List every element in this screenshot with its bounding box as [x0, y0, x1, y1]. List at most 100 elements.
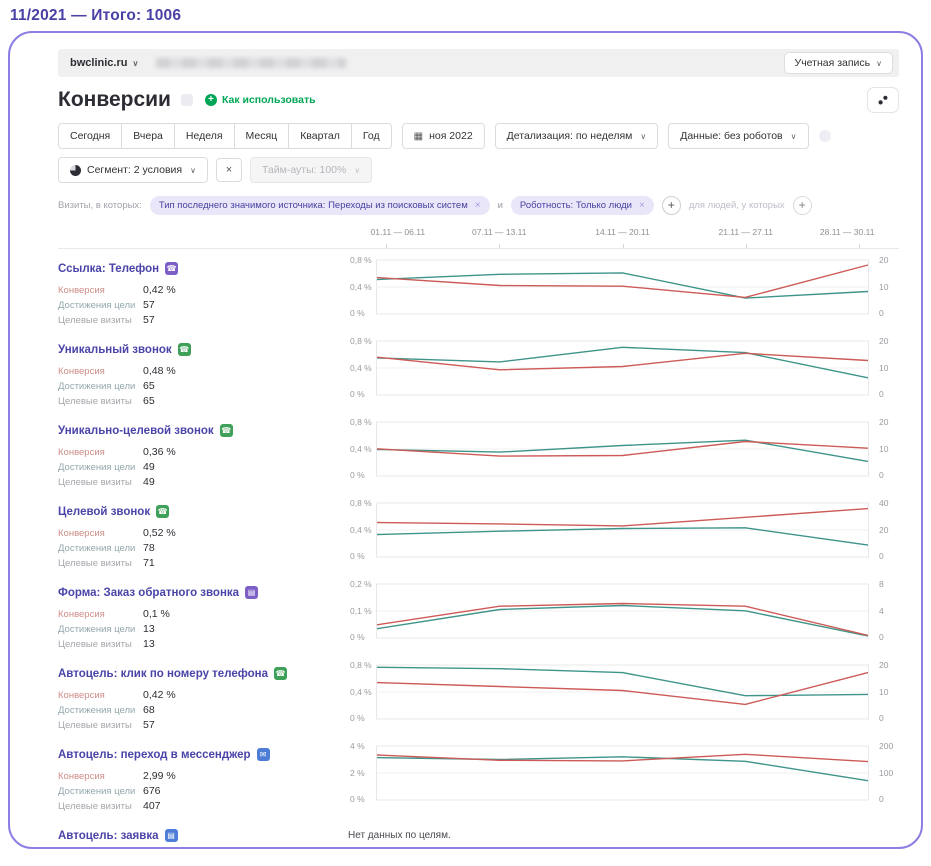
widget-actions-button[interactable] [867, 87, 899, 113]
account-button[interactable]: Учетная запись ∨ [783, 52, 893, 74]
conversion-chart[interactable]: 0,8 % 0,4 % 0 % 20 10 0 [348, 336, 899, 411]
chart-plot[interactable] [376, 502, 869, 573]
left-axis-ticks: 0,8 % 0,4 % 0 % [348, 660, 376, 723]
segment-chip[interactable]: Роботность: Только люди × [510, 195, 654, 215]
timeouts-dropdown[interactable]: Тайм-ауты: 100% ∨ [249, 157, 373, 183]
target-visits-value: 65 [143, 395, 155, 407]
segment-dropdown[interactable]: Сегмент: 2 условия ∨ [58, 157, 208, 183]
data-mode-label: Данные: без роботов [680, 130, 783, 142]
target-visits-label: Целевые визиты [58, 720, 132, 731]
target-visits-label: Целевые визиты [58, 477, 132, 488]
autogoal-phone-click-icon: ☎ [274, 667, 288, 680]
right-axis-ticks: 20 10 0 [869, 417, 899, 480]
goal-title-link[interactable]: Автоцель: клик по номеру телефона [58, 668, 268, 680]
goal-reaches-value: 57 [143, 299, 155, 311]
goal-title-link[interactable]: Автоцель: переход в мессенджер [58, 749, 251, 761]
date-picker-label: ноя 2022 [429, 130, 473, 142]
dots-icon [878, 95, 888, 105]
date-columns: 01.11 — 06.11 07.11 — 13.11 14.11 — 20.11 2… [371, 227, 874, 248]
date-picker-button[interactable]: ▦ ноя 2022 [401, 123, 485, 149]
goal-reaches-row: Достижения цели 49 [58, 461, 348, 473]
period-tab-2[interactable]: Неделя [173, 123, 235, 149]
conversion-chart[interactable]: 0,8 % 0,4 % 0 % 20 10 0 [348, 255, 899, 330]
chevron-down-icon: ∨ [354, 165, 361, 175]
axis-tick-label: 20 [879, 336, 889, 346]
metric-chart-area: 0,8 % 0,4 % 0 % 20 10 0 [348, 411, 899, 492]
period-tab-3[interactable]: Месяц [233, 123, 290, 149]
axis-tick-label: 20 [879, 525, 889, 535]
chart-plot[interactable] [376, 340, 869, 411]
conversion-chart[interactable]: 0,8 % 0,4 % 0 % 20 10 0 [348, 417, 899, 492]
goal-title-link[interactable]: Форма: Заказ обратного звонка [58, 587, 239, 599]
title-row: Конверсии + Как использовать [58, 87, 899, 113]
conversion-chart[interactable]: 0,2 % 0,1 % 0 % 8 4 0 [348, 579, 899, 654]
site-switcher[interactable]: bwclinic.ru ∨ [70, 57, 138, 69]
target-visits-value: 57 [143, 314, 155, 326]
chart-plot[interactable] [376, 583, 869, 654]
goal-title-link[interactable]: Уникальный звонок [58, 344, 172, 356]
chart-plot[interactable] [376, 745, 869, 816]
chevron-down-icon: ∨ [132, 58, 139, 68]
segment-conditions-row: Визиты, в которых: Тип последнего значим… [58, 195, 899, 215]
axis-tick-label: 0,1 % [350, 606, 372, 616]
metric-section: Автоцель: заявка ▤ Нет данных по целям. [58, 816, 899, 847]
axis-tick-label: 0 [879, 470, 884, 480]
conversion-row: Конверсия 0,1 % [58, 608, 348, 620]
conversion-chart[interactable]: 0,8 % 0,4 % 0 % 40 20 0 [348, 498, 899, 573]
account-label: Учетная запись [794, 57, 871, 69]
target-visits-row: Целевые визиты 57 [58, 314, 348, 326]
phone-link-goal-icon: ☎ [165, 262, 179, 275]
goal-title-link[interactable]: Целевой звонок [58, 506, 150, 518]
conversion-row: Конверсия 0,48 % [58, 365, 348, 377]
conversion-chart[interactable]: 4 % 2 % 0 % 200 100 0 [348, 741, 899, 816]
goal-reaches-row: Достижения цели 65 [58, 380, 348, 392]
period-tab-0[interactable]: Сегодня [58, 123, 123, 149]
date-column-tick [745, 244, 747, 248]
chip-label: Тип последнего значимого источника: Пере… [158, 199, 468, 211]
chip-label: Роботность: Только люди [519, 199, 632, 211]
goal-reaches-row: Достижения цели 57 [58, 299, 348, 311]
goal-title-link[interactable]: Автоцель: заявка [58, 830, 159, 842]
axis-tick-label: 0 [879, 713, 884, 723]
goal-title-row: Форма: Заказ обратного звонка ▤ [58, 586, 348, 599]
chart-plot[interactable] [376, 421, 869, 492]
goal-reaches-value: 676 [143, 785, 161, 797]
axis-tick-label: 200 [879, 741, 894, 751]
chart-plot[interactable] [376, 664, 869, 735]
conversion-chart[interactable]: 0,8 % 0,4 % 0 % 20 10 0 [348, 660, 899, 735]
goal-title-row: Уникально-целевой звонок ☎ [58, 424, 348, 437]
how-to-use-link[interactable]: + Как использовать [204, 94, 316, 106]
clear-segment-button[interactable]: × [215, 158, 242, 182]
chip-close-icon[interactable]: × [639, 200, 645, 211]
conversion-value: 0,42 % [143, 284, 176, 296]
conversion-row: Конверсия 0,42 % [58, 284, 348, 296]
goal-stats: Конверсия 0,52 % Достижения цели 78 Целе… [58, 527, 348, 569]
goal-reaches-label: Достижения цели [58, 381, 136, 392]
chart-plot[interactable] [376, 259, 869, 330]
data-mode-dropdown[interactable]: Данные: без роботов ∨ [668, 123, 809, 149]
period-tabs: Сегодня Вчера Неделя Месяц Квартал Год [58, 123, 392, 149]
chevron-down-icon: ∨ [190, 165, 196, 175]
period-tab-1[interactable]: Вчера [121, 123, 175, 149]
detail-dropdown[interactable]: Детализация: по неделям ∨ [494, 123, 659, 149]
goal-title-link[interactable]: Ссылка: Телефон [58, 263, 159, 275]
axis-tick-label: 0,4 % [350, 363, 372, 373]
conversion-value: 2,99 % [143, 770, 176, 782]
goal-stats: Конверсия 0,42 % Достижения цели 57 Целе… [58, 284, 348, 326]
metric-chart-area: Нет данных по целям. [348, 816, 899, 841]
add-people-condition-button[interactable]: + [792, 195, 812, 215]
segment-chip[interactable]: Тип последнего значимого источника: Пере… [149, 195, 490, 215]
period-tab-4[interactable]: Квартал [288, 123, 352, 149]
for-people-label: для людей, у которых [688, 199, 785, 211]
goal-title-link[interactable]: Уникально-целевой звонок [58, 425, 214, 437]
target-visits-value: 49 [143, 476, 155, 488]
date-column-label: 21.11 — 27.11 [718, 227, 774, 237]
goal-stats: Конверсия 0,1 % Достижения цели 13 Целев… [58, 608, 348, 650]
axis-tick-label: 10 [879, 687, 889, 697]
axis-tick-label: 20 [879, 417, 889, 427]
period-tab-5[interactable]: Год [350, 123, 392, 149]
goal-reaches-value: 65 [143, 380, 155, 392]
unique-call-goal-icon: ☎ [177, 343, 191, 356]
chip-close-icon[interactable]: × [475, 200, 481, 211]
add-condition-button[interactable]: + [661, 195, 681, 215]
